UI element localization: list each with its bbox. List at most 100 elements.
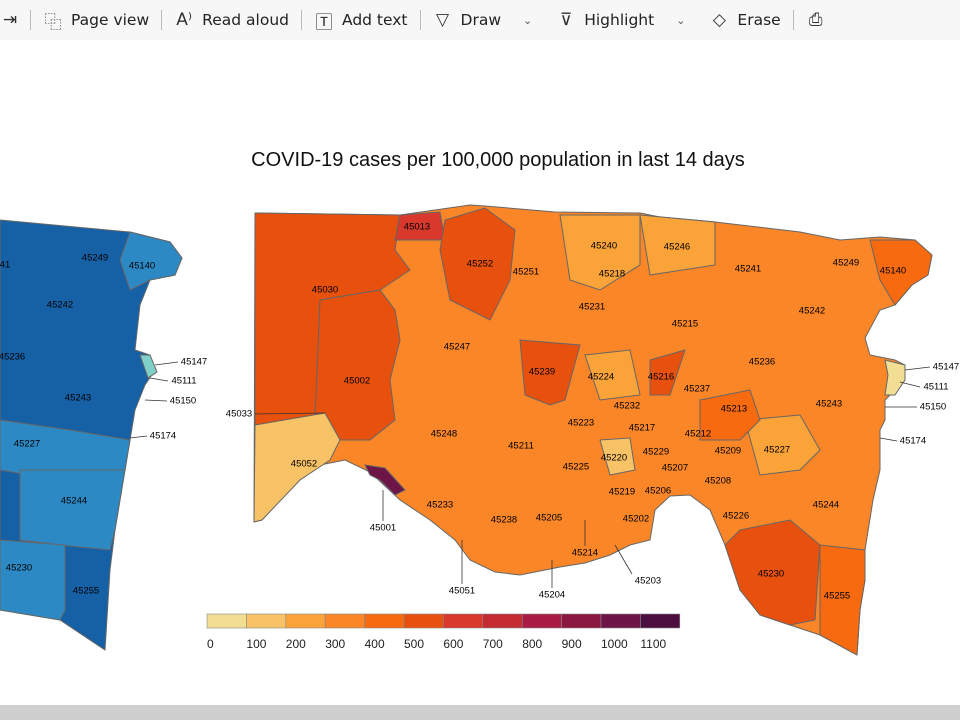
left-zip-callout-label: 45174: [150, 431, 176, 442]
left-zip-label: 45140: [129, 261, 155, 272]
zip-label: 45238: [491, 515, 517, 526]
zip-label: 45239: [529, 367, 555, 378]
legend-tick-label: 100: [246, 637, 266, 651]
erase-button[interactable]: ◇ Erase: [697, 4, 792, 36]
zip-label: 45242: [799, 306, 825, 317]
zip-label: 45030: [312, 285, 338, 296]
zip-label: 45220: [601, 453, 627, 464]
left-zip-label: 41: [0, 260, 10, 271]
left-zip-label: 45236: [0, 352, 25, 363]
zip-label: 45213: [721, 404, 747, 415]
draw-icon: ▽: [435, 10, 450, 30]
legend-swatch: [285, 613, 326, 629]
legend-tick-label: 600: [443, 637, 463, 651]
zip-label: 45226: [723, 511, 749, 522]
pdf-page: COVID-19 cases per 100,000 population in…: [0, 40, 960, 705]
zip-label: 45241: [735, 264, 761, 275]
zip-label: 45140: [880, 266, 906, 277]
legend-swatch: [206, 613, 247, 629]
zip-label: 45237: [684, 384, 710, 395]
left-zip-label: 45230: [6, 563, 32, 574]
add-text-icon: 🅃: [315, 12, 333, 33]
zip-label: 45212: [685, 429, 711, 440]
left-zip-label: 45243: [65, 393, 91, 404]
zip-label: 45233: [427, 500, 453, 511]
zip-label: 45240: [591, 241, 617, 252]
map-title: COVID-19 cases per 100,000 population in…: [251, 149, 745, 171]
leader-line: [149, 377, 169, 382]
zip-label: 45218: [599, 269, 625, 280]
zip-label: 45002: [344, 376, 370, 387]
zip-label: 45207: [662, 463, 688, 474]
left-zip-label: 45244: [61, 496, 87, 507]
zip-label: 45202: [623, 514, 649, 525]
chevron-down-icon[interactable]: ⌄: [676, 14, 685, 27]
zip-label: 45211: [508, 441, 534, 452]
zip-callout-label: 45150: [920, 402, 946, 413]
zip-label: 45248: [431, 429, 457, 440]
legend-swatch: [246, 613, 287, 629]
legend-tick-label: 300: [325, 637, 345, 651]
horizontal-scrollbar[interactable]: [0, 705, 960, 720]
leader-line: [154, 361, 179, 366]
toolbar-label: Highlight: [584, 11, 655, 29]
read-aloud-button[interactable]: A⁾ Read aloud: [162, 4, 301, 36]
zip-label: 45013: [404, 222, 430, 233]
panel-toggle-icon: ⇥: [2, 10, 18, 30]
page-view-button[interactable]: ⿻ Page view: [31, 4, 161, 36]
leader-line: [899, 381, 921, 388]
zip-label: 45219: [609, 487, 635, 498]
legend-tick-label: 400: [365, 637, 385, 651]
toolbar-label: Draw: [460, 11, 501, 29]
sidebar-toggle-button[interactable]: ⇥: [0, 4, 30, 36]
zip-callout-label: 45204: [539, 590, 565, 601]
zip-label: 45206: [645, 486, 671, 497]
legend-tick-label: 900: [562, 637, 582, 651]
zip-callout-label: 45111: [923, 382, 948, 393]
zip-label: 45223: [568, 418, 594, 429]
legend-swatch: [600, 613, 641, 629]
read-aloud-icon: A⁾: [176, 10, 193, 30]
legend-tick-label: 200: [286, 637, 306, 651]
left-zip-label: 45227: [14, 439, 40, 450]
print-button[interactable]: ⎙: [794, 4, 838, 36]
zip-label: 45052: [291, 459, 317, 470]
toolbar-label: Add text: [341, 11, 408, 29]
zip-45147: [884, 359, 906, 396]
legend-tick-label: 1000: [601, 637, 628, 651]
legend-swatch: [521, 613, 562, 629]
add-text-button[interactable]: 🅃 Add text: [302, 4, 420, 36]
zip-label: 45229: [643, 447, 669, 458]
left-zip-45244: [19, 469, 126, 551]
zip-label: 45255: [824, 591, 850, 602]
left-zip-45230: [0, 539, 66, 621]
legend-tick-label: 700: [483, 637, 503, 651]
highlight-button[interactable]: ⊽ Highlight ⌄: [544, 4, 697, 36]
legend-swatch: [482, 613, 523, 629]
legend-swatch: [364, 613, 405, 629]
left-zip-callout-label: 45111: [171, 376, 196, 387]
draw-button[interactable]: ▽ Draw ⌄: [421, 4, 545, 36]
zip-label: 45236: [749, 357, 775, 368]
zip-label: 45247: [444, 342, 470, 353]
left-zip-label: 45255: [73, 586, 99, 597]
zip-label: 45230: [758, 569, 784, 580]
zip-callout-label: 45174: [900, 436, 926, 447]
zip-label: 45217: [629, 423, 655, 434]
legend-tick-label: 500: [404, 637, 424, 651]
zip-label: 45215: [672, 319, 698, 330]
left-zip-callout-label: 45147: [181, 357, 207, 368]
zip-label: 45249: [833, 258, 859, 269]
legend-tick-label: 1100: [640, 637, 666, 651]
zip-label: 45224: [588, 372, 614, 383]
legend-swatch: [324, 613, 365, 629]
chevron-down-icon[interactable]: ⌄: [523, 14, 532, 27]
zip-label: 45244: [813, 500, 839, 511]
leader-line: [904, 366, 931, 371]
left-zip-label: 45249: [82, 253, 108, 264]
zip-callout-label: 45214: [572, 548, 598, 559]
zip-label: 45232: [614, 401, 640, 412]
left-zip-callout-label: 45150: [170, 396, 196, 407]
toolbar-label: Erase: [737, 11, 781, 29]
choropleth-map: COVID-19 cases per 100,000 population in…: [0, 149, 959, 656]
